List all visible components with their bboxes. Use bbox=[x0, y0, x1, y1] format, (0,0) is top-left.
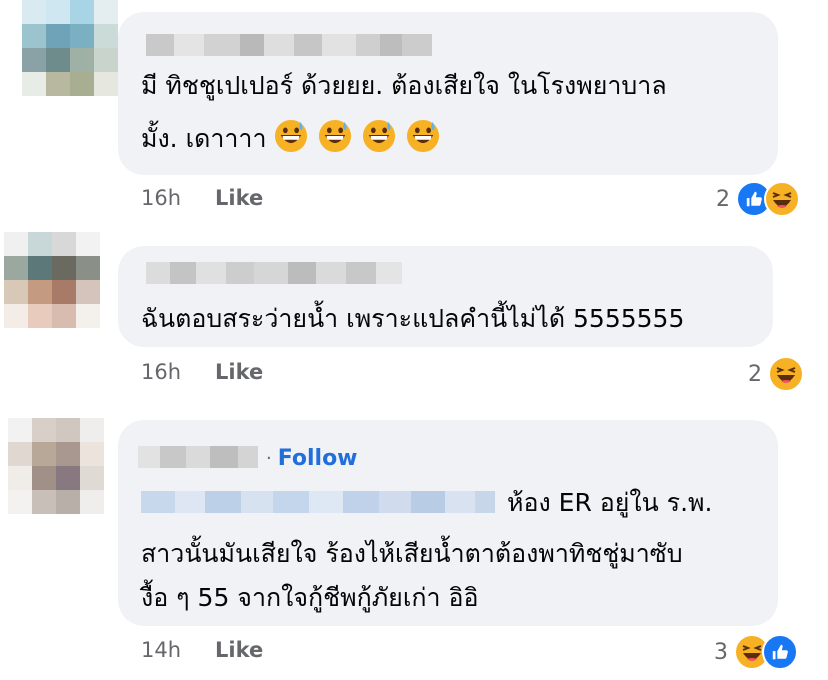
like-button[interactable]: Like bbox=[215, 360, 263, 384]
comment-text-line: สาวนั้นมันเสียใจ ร้องไห้เสียน้ำตาต้องพาท… bbox=[141, 539, 683, 568]
reaction-count: 3 bbox=[714, 639, 728, 665]
timestamp[interactable]: 16h bbox=[141, 186, 181, 210]
author-name-redacted[interactable] bbox=[138, 446, 258, 468]
comment-text-line: ห้อง ER อยู่ใน ร.พ. bbox=[141, 481, 712, 524]
separator-dot: · bbox=[266, 448, 272, 469]
like-button[interactable]: Like bbox=[215, 638, 263, 662]
like-button[interactable]: Like bbox=[215, 186, 263, 210]
comment-text-line: งื้อ ๆ 55 จากใจกู้ชีพกู้ภัยเก่า อิอิ bbox=[141, 583, 479, 612]
avatar[interactable] bbox=[8, 418, 104, 514]
reaction-count: 2 bbox=[716, 186, 730, 212]
follow-button[interactable]: Follow bbox=[278, 446, 358, 471]
comment-text-part: มั้ง. เดาาาา bbox=[141, 124, 267, 153]
comment-text-line: มี ทิชชูเปเปอร์ ด้วยยย. ต้องเสียใจ ในโรง… bbox=[141, 71, 667, 100]
emoji-row bbox=[274, 119, 442, 153]
avatar[interactable] bbox=[4, 232, 100, 328]
comment-meta: 14h Like bbox=[141, 638, 263, 662]
haha-icon bbox=[768, 356, 804, 392]
author-name-redacted[interactable] bbox=[146, 262, 402, 284]
comment-text-part: ห้อง ER อยู่ใน ร.พ. bbox=[507, 488, 713, 517]
grinning-sweat-emoji-icon bbox=[363, 119, 396, 153]
reaction-summary[interactable]: 2 bbox=[748, 356, 804, 392]
comment-text-line: ฉันตอบสระว่ายน้ำ เพราะแปลคำนี้ไม่ได้ 555… bbox=[141, 304, 685, 333]
grinning-sweat-emoji-icon bbox=[275, 119, 308, 153]
grinning-sweat-emoji-icon bbox=[319, 119, 352, 153]
like-icon bbox=[762, 634, 798, 670]
reaction-summary[interactable]: 2 bbox=[716, 181, 800, 217]
comment-text-line: มั้ง. เดาาาา bbox=[141, 117, 442, 160]
grinning-sweat-emoji-icon bbox=[407, 119, 440, 153]
haha-icon bbox=[764, 181, 800, 217]
author-name-redacted[interactable] bbox=[146, 34, 432, 56]
timestamp[interactable]: 16h bbox=[141, 360, 181, 384]
reaction-summary[interactable]: 3 bbox=[714, 634, 798, 670]
reaction-count: 2 bbox=[748, 361, 762, 387]
avatar[interactable] bbox=[22, 0, 118, 96]
comment-meta: 16h Like bbox=[141, 360, 263, 384]
comment-meta: 16h Like bbox=[141, 186, 263, 210]
mention-tag-redacted[interactable] bbox=[141, 491, 495, 513]
timestamp[interactable]: 14h bbox=[141, 638, 181, 662]
follow-row: · Follow bbox=[262, 446, 358, 471]
